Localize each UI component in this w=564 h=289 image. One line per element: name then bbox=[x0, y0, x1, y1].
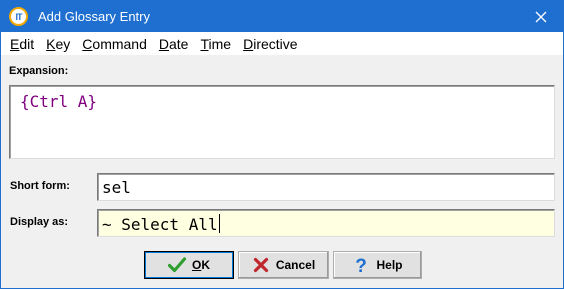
display-as-label: Display as: bbox=[10, 216, 69, 228]
menu-directive-label: irective bbox=[253, 35, 298, 52]
menu-command-accel: C bbox=[82, 35, 93, 52]
menu-command-label: ommand bbox=[92, 35, 147, 52]
glossary-dialog: IT Add Glossary Entry Edit Key Command D… bbox=[0, 0, 564, 289]
window-title: Add Glossary Entry bbox=[38, 9, 150, 24]
menu-directive[interactable]: Directive bbox=[237, 32, 303, 56]
menu-key[interactable]: Key bbox=[40, 32, 76, 56]
menu-edit[interactable]: Edit bbox=[4, 32, 40, 56]
display-as-value: ~ Select All bbox=[102, 215, 218, 234]
expansion-label: Expansion: bbox=[9, 65, 69, 77]
menu-time-label: ime bbox=[208, 35, 232, 52]
app-icon: IT bbox=[9, 7, 28, 26]
title-bar: IT Add Glossary Entry bbox=[1, 1, 563, 32]
menu-date-label: ate bbox=[169, 35, 189, 52]
menu-edit-label: dit bbox=[19, 35, 35, 52]
ok-label-rest: K bbox=[201, 258, 210, 272]
expansion-value: {Ctrl A} bbox=[20, 92, 98, 111]
ok-accel: O bbox=[191, 258, 202, 272]
help-label: Help bbox=[376, 258, 403, 272]
ok-label: OK bbox=[192, 258, 210, 272]
text-caret bbox=[218, 214, 220, 233]
menu-key-label: ey bbox=[55, 35, 71, 52]
checkmark-icon bbox=[167, 256, 186, 274]
menu-edit-accel: E bbox=[10, 35, 20, 52]
short-form-label: Short form: bbox=[10, 180, 70, 192]
ok-button[interactable]: OK bbox=[144, 251, 234, 279]
cancel-label: Cancel bbox=[275, 258, 316, 272]
menu-date[interactable]: Date bbox=[153, 32, 195, 56]
menu-bar: Edit Key Command Date Time Directive bbox=[1, 32, 563, 56]
short-form-input[interactable]: sel bbox=[97, 173, 555, 201]
close-button[interactable] bbox=[519, 1, 563, 32]
close-icon bbox=[535, 11, 547, 22]
menu-time[interactable]: Time bbox=[194, 32, 237, 56]
x-icon bbox=[252, 256, 270, 274]
menu-date-accel: D bbox=[158, 35, 169, 52]
expansion-textarea[interactable]: {Ctrl A} bbox=[9, 85, 555, 159]
svg-text:?: ? bbox=[356, 256, 368, 274]
display-as-input[interactable]: ~ Select All bbox=[97, 209, 555, 237]
question-mark-icon: ? bbox=[352, 256, 370, 274]
app-icon-text: IT bbox=[15, 11, 23, 22]
menu-directive-accel: D bbox=[243, 35, 254, 52]
help-button[interactable]: ? Help bbox=[333, 251, 422, 279]
menu-time-accel: T bbox=[200, 35, 209, 52]
cancel-button[interactable]: Cancel bbox=[238, 251, 329, 279]
short-form-value: sel bbox=[102, 178, 131, 197]
menu-command[interactable]: Command bbox=[76, 32, 153, 56]
